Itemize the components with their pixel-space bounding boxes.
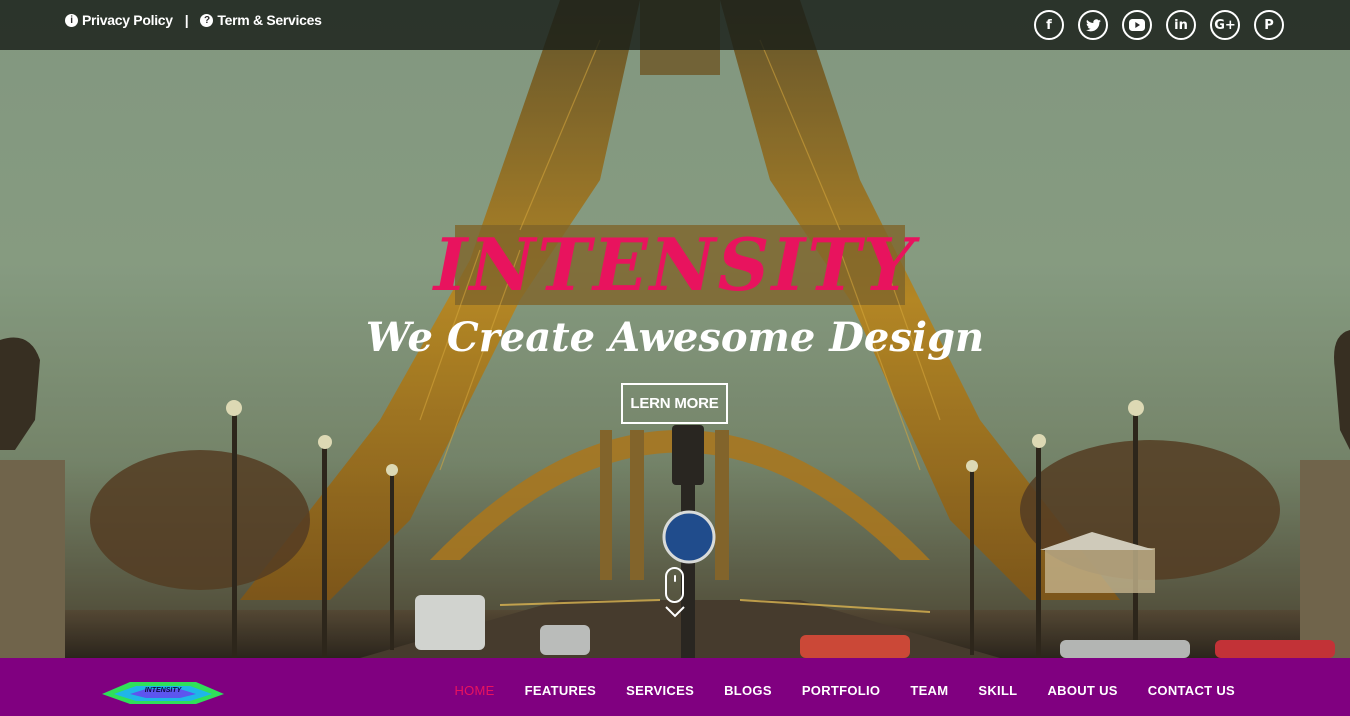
youtube-icon[interactable] <box>1122 10 1152 40</box>
nav-item-team[interactable]: TEAM <box>910 683 948 698</box>
nav-item-contact-us[interactable]: CONTACT US <box>1148 683 1235 698</box>
facebook-icon[interactable]: f <box>1034 10 1064 40</box>
top-links: i Privacy Policy | ? Term & Services <box>65 12 322 28</box>
twitter-icon[interactable] <box>1078 10 1108 40</box>
linkedin-icon[interactable]: in <box>1166 10 1196 40</box>
info-icon: i <box>65 13 78 27</box>
privacy-policy-label: Privacy Policy <box>82 12 173 28</box>
nav-item-blogs[interactable]: BLOGS <box>724 683 772 698</box>
nav-item-features[interactable]: FEATURES <box>525 683 597 698</box>
hero-brand-title: INTENSITY <box>433 222 917 307</box>
pinterest-icon[interactable]: P <box>1254 10 1284 40</box>
hero-tagline: We Create Awesome Design <box>365 314 985 361</box>
social-links: f in G+ P <box>1034 10 1284 40</box>
nav-item-skill[interactable]: SKILL <box>978 683 1017 698</box>
top-bar: i Privacy Policy | ? Term & Services f i… <box>0 0 1350 50</box>
terms-services-label: Term & Services <box>217 12 322 28</box>
link-separator: | <box>184 12 189 28</box>
nav-item-services[interactable]: SERVICES <box>626 683 694 698</box>
nav-menu: HOME FEATURES SERVICES BLOGS PORTFOLIO T… <box>454 683 1235 698</box>
chevron-down-icon[interactable] <box>665 606 685 618</box>
main-navbar: INTENSITY HOME FEATURES SERVICES BLOGS P… <box>0 658 1350 716</box>
site-logo[interactable]: INTENSITY <box>100 680 226 706</box>
terms-services-link[interactable]: ? Term & Services <box>200 12 322 28</box>
learn-more-button[interactable]: LERN MORE <box>621 383 728 424</box>
google-plus-icon[interactable]: G+ <box>1210 10 1240 40</box>
nav-item-portfolio[interactable]: PORTFOLIO <box>802 683 881 698</box>
question-icon: ? <box>200 13 214 27</box>
nav-item-about-us[interactable]: ABOUT US <box>1047 683 1117 698</box>
scroll-mouse-icon[interactable] <box>665 567 684 603</box>
privacy-policy-link[interactable]: i Privacy Policy <box>65 12 173 28</box>
nav-item-home[interactable]: HOME <box>454 683 494 698</box>
logo-text: INTENSITY <box>145 687 183 694</box>
